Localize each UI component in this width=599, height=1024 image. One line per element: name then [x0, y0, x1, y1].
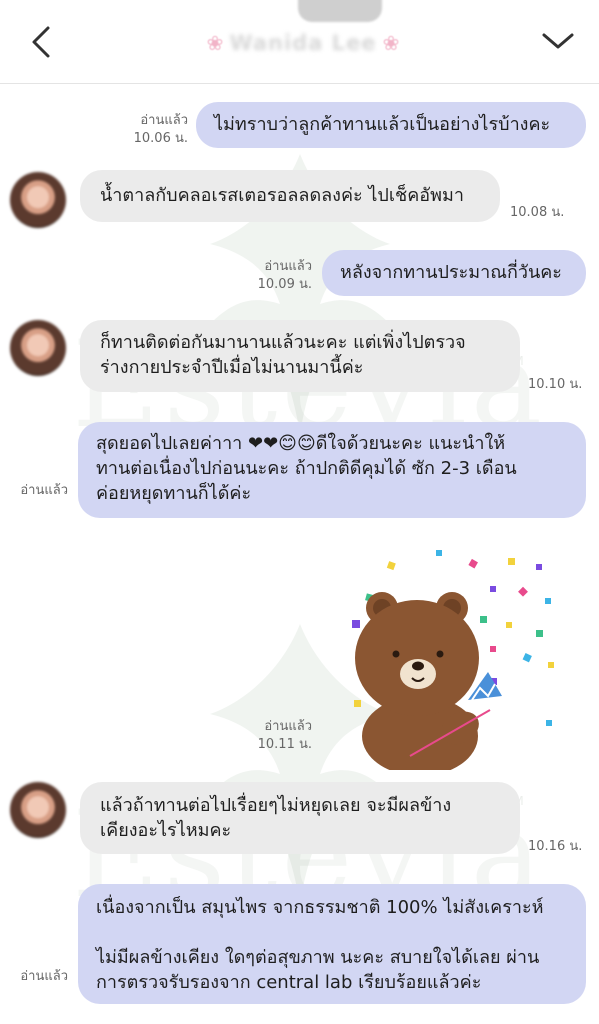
message-bubble-outgoing[interactable]: สุดยอดไปเลยค่าาา ❤❤😊😊ดีใจด้วยนะคะ แนะนำใ… [78, 422, 586, 518]
chevron-down-icon[interactable] [538, 26, 578, 56]
contact-name[interactable]: ❀ Wanida Lee ❀ [196, 26, 410, 60]
message-bubble-incoming[interactable]: แล้วถ้าทานต่อไปเรื่อยๆไม่หยุดเลย จะมีผลข… [80, 782, 520, 854]
read-receipt: อ่านแล้ว [20, 483, 68, 498]
avatar[interactable] [10, 172, 66, 228]
flower-decoration: ❀ [206, 31, 224, 55]
avatar[interactable] [10, 320, 66, 376]
read-receipt: อ่านแล้ว [264, 259, 312, 274]
message-meta: อ่านแล้ว 10.09 น. [236, 258, 312, 294]
message-bubble-outgoing[interactable]: หลังจากทานประมาณกี่วันคะ [322, 250, 586, 296]
message-time: 10.09 น. [257, 277, 312, 292]
message-bubble-incoming[interactable]: ก็ทานติดต่อกันมานานแล้วนะคะ แต่เพิ่งไปตร… [80, 320, 520, 392]
message-time: 10.08 น. [510, 205, 565, 220]
avatar[interactable] [10, 782, 66, 838]
message-time: 10.16 น. [528, 839, 583, 854]
back-arrow-icon[interactable] [26, 22, 56, 62]
chat-area[interactable]: Estevia TM Estevia TM อ่านแล้ว 10.06 น. … [0, 84, 599, 1024]
message-time: 10.10 น. [528, 377, 583, 392]
chat-header: ❀ Wanida Lee ❀ [0, 0, 599, 84]
read-receipt: อ่านแล้ว [140, 113, 188, 128]
message-meta: อ่านแล้ว 10.11 น. [236, 718, 312, 754]
message-meta: อ่านแล้ว 10.06 น. [112, 112, 188, 148]
message-bubble-outgoing[interactable]: เนื่องจากเป็น สมุนไพร จากธรรมชาติ 100% ไ… [78, 884, 586, 1004]
message-time: 10.06 น. [133, 131, 188, 146]
read-receipt: อ่านแล้ว [264, 719, 312, 734]
bear-party-sticker-icon[interactable] [340, 550, 570, 770]
flower-decoration: ❀ [382, 31, 400, 55]
message-time: 10.11 น. [257, 737, 312, 752]
message-bubble-outgoing[interactable]: ไม่ทราบว่าลูกค้าทานแล้วเป็นอย่างไรบ้างคะ [196, 102, 586, 148]
status-pill [298, 0, 382, 22]
contact-name-text: Wanida Lee [229, 31, 377, 55]
read-receipt: อ่านแล้ว [20, 969, 68, 984]
message-bubble-incoming[interactable]: น้ำตาลกับคลอเรสเตอรอลลดลงค่ะ ไปเช็คอัพมา [80, 170, 500, 222]
